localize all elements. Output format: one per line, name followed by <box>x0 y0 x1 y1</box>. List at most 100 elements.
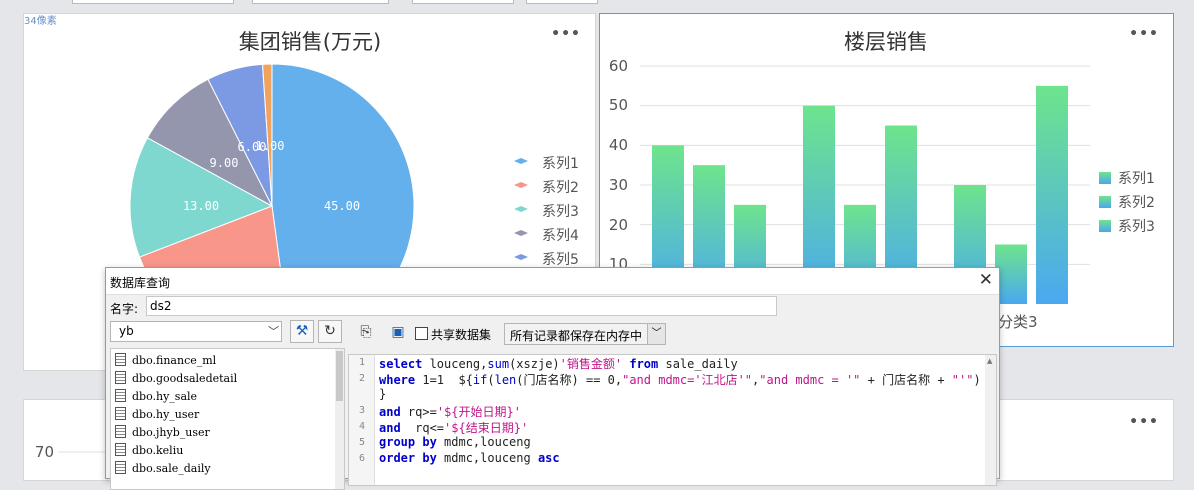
table-list-item[interactable]: dbo.hy_sale <box>115 389 197 407</box>
code-line-6: order by mdmc,louceng asc <box>379 451 560 465</box>
memory-mode-select[interactable]: 所有记录都保存在内存中 ﹀ <box>504 323 666 345</box>
chevron-down-icon: ﹀ <box>268 325 279 338</box>
refresh-icon[interactable]: ↻ <box>318 320 342 343</box>
pie-legend-item-3[interactable]: 系列3 <box>514 204 579 220</box>
database-select-value: yb <box>119 324 134 338</box>
x-axis-label-partial: 分类3 <box>998 313 1038 331</box>
scrollbar-thumb[interactable] <box>336 351 343 401</box>
table-list-item[interactable]: dbo.jhyb_user <box>115 425 210 443</box>
table-list-item[interactable]: dbo.goodsaledetail <box>115 371 237 389</box>
line-number: 2 <box>359 373 366 384</box>
top-toolbar-fragment-1 <box>72 0 234 4</box>
table-icon <box>115 389 126 402</box>
table-icon <box>115 461 126 474</box>
table-icon <box>115 353 126 366</box>
bar-legend-label-3: 系列3 <box>1118 219 1155 235</box>
table-icon <box>115 443 126 456</box>
y-tick-60: 60 <box>609 57 628 75</box>
pie-slice-label-6: 1.00 <box>256 139 285 153</box>
bar-3-series-3[interactable] <box>1036 85 1068 304</box>
bar-chart-title: 楼层销售 <box>844 30 928 54</box>
table-list[interactable]: dbo.finance_ml dbo.goodsaledetail dbo.hy… <box>110 348 345 490</box>
table-list-item[interactable]: dbo.keliu <box>115 443 183 461</box>
editor-scrollbar[interactable]: ▲ <box>985 355 996 485</box>
code-line-1: select louceng,sum(xszje)'销售金额' from sal… <box>379 357 738 371</box>
table-list-item[interactable]: dbo.sale_daily <box>115 461 211 479</box>
pie-legend-label-1: 系列1 <box>542 156 579 172</box>
bar-y-ticks: 60 50 40 30 20 10 <box>609 57 628 273</box>
code-line-2: where 1=1 ${if(len(门店名称) == 0,"and mdmc=… <box>379 373 981 387</box>
code-line-4: and rq<='${结束日期}' <box>379 421 529 435</box>
pie-legend-label-2: 系列2 <box>542 180 579 196</box>
pie-slice-label-4: 9.00 <box>210 156 239 170</box>
table-icon <box>115 407 126 420</box>
share-dataset-checkbox[interactable] <box>415 327 428 340</box>
line-number: 4 <box>359 421 366 432</box>
bottom-y-tick-70: 70 <box>35 443 54 461</box>
pie-legend-item-4[interactable]: 系列4 <box>514 228 579 244</box>
name-input[interactable] <box>146 296 777 316</box>
table-icon <box>115 425 126 438</box>
code-line-3: and rq>='${开始日期}' <box>379 405 521 419</box>
table-list-item[interactable]: dbo.finance_ml <box>115 353 216 371</box>
pie-slice-label-3: 13.00 <box>183 199 219 213</box>
y-tick-20: 20 <box>609 216 628 234</box>
dialog-titlebar[interactable] <box>106 268 999 295</box>
pixel-size-label: 34像素 <box>24 16 57 27</box>
pie-legend-item-2[interactable]: 系列2 <box>514 180 579 196</box>
pie-slice-label-1: 45.00 <box>324 199 360 213</box>
save-icon[interactable]: ▣ <box>387 322 409 343</box>
line-number: 3 <box>359 405 366 416</box>
bar-legend: 系列1 系列2 系列3 <box>1099 171 1155 235</box>
table-name: dbo.hy_sale <box>132 390 198 403</box>
bar-legend-item-2[interactable]: 系列2 <box>1099 195 1155 211</box>
code-line-5: group by mdmc,louceng <box>379 435 531 449</box>
chevron-down-icon[interactable]: ﹀ <box>647 324 665 344</box>
dialog-title: 数据库查询 <box>110 276 171 290</box>
share-dataset-label: 共享数据集 <box>431 328 492 342</box>
table-name: dbo.hy_user <box>132 408 200 421</box>
table-name: dbo.sale_daily <box>132 462 211 475</box>
bar-legend-item-1[interactable]: 系列1 <box>1099 171 1155 187</box>
scroll-up-icon[interactable]: ▲ <box>987 357 992 365</box>
database-select[interactable]: yb ﹀ <box>110 321 282 342</box>
pie-legend-item-1[interactable]: 系列1 <box>514 156 579 172</box>
line-number: 6 <box>359 453 366 464</box>
close-icon[interactable]: ✕ <box>979 270 993 290</box>
preview-icon[interactable]: ⎘ <box>355 322 377 343</box>
line-number: 5 <box>359 437 366 448</box>
y-tick-30: 30 <box>609 176 628 194</box>
pie-legend-label-4: 系列4 <box>542 228 579 244</box>
database-query-dialog[interactable]: 数据库查询 ✕ 名字: yb ﹀ ⚒ ↻ dbo.finance_ml dbo.… <box>105 267 1000 490</box>
table-name: dbo.finance_ml <box>132 354 217 367</box>
line-number: 1 <box>359 357 366 368</box>
top-toolbar-fragment-3 <box>412 0 514 4</box>
bar-legend-item-3[interactable]: 系列3 <box>1099 219 1155 235</box>
bar-legend-label-1: 系列1 <box>1118 171 1155 187</box>
pie-legend-label-3: 系列3 <box>542 204 579 220</box>
table-list-scrollbar[interactable] <box>335 349 344 489</box>
memory-mode-value: 所有记录都保存在内存中 <box>510 329 643 343</box>
code-line-2-wrap: } <box>379 387 387 401</box>
pie-chart-title: 集团销售(万元) <box>239 30 381 54</box>
bar-legend-label-2: 系列2 <box>1118 195 1155 211</box>
y-tick-50: 50 <box>609 96 628 114</box>
bottom-more-menu-icon[interactable]: ••• <box>1129 414 1159 430</box>
table-name: dbo.jhyb_user <box>132 426 210 439</box>
datasource-pane: yb ﹀ ⚒ ↻ dbo.finance_ml dbo.goodsaledeta… <box>110 320 345 490</box>
table-name: dbo.goodsaledetail <box>132 372 238 385</box>
pie-legend-label-5: 系列5 <box>542 252 579 268</box>
y-tick-40: 40 <box>609 136 628 154</box>
line-number-gutter: 1 2 3 4 5 6 <box>349 355 375 485</box>
connection-settings-icon[interactable]: ⚒ <box>290 320 314 343</box>
top-toolbar-fragment-4 <box>526 0 598 4</box>
table-icon <box>115 371 126 384</box>
pie-legend: 系列1 系列2 系列3 系列4 系列5 <box>514 156 579 268</box>
sql-editor[interactable]: 1 2 3 4 5 6 select louceng,sum(xszje)'销售… <box>348 354 997 486</box>
top-toolbar-fragment-2 <box>252 0 389 4</box>
table-name: dbo.keliu <box>132 444 184 457</box>
query-toolbar: ⎘ ▣ 共享数据集 所有记录都保存在内存中 ﹀ <box>351 321 994 345</box>
pie-legend-item-5[interactable]: 系列5 <box>514 252 579 268</box>
table-list-item[interactable]: dbo.hy_user <box>115 407 199 425</box>
name-label: 名字: <box>110 302 139 316</box>
